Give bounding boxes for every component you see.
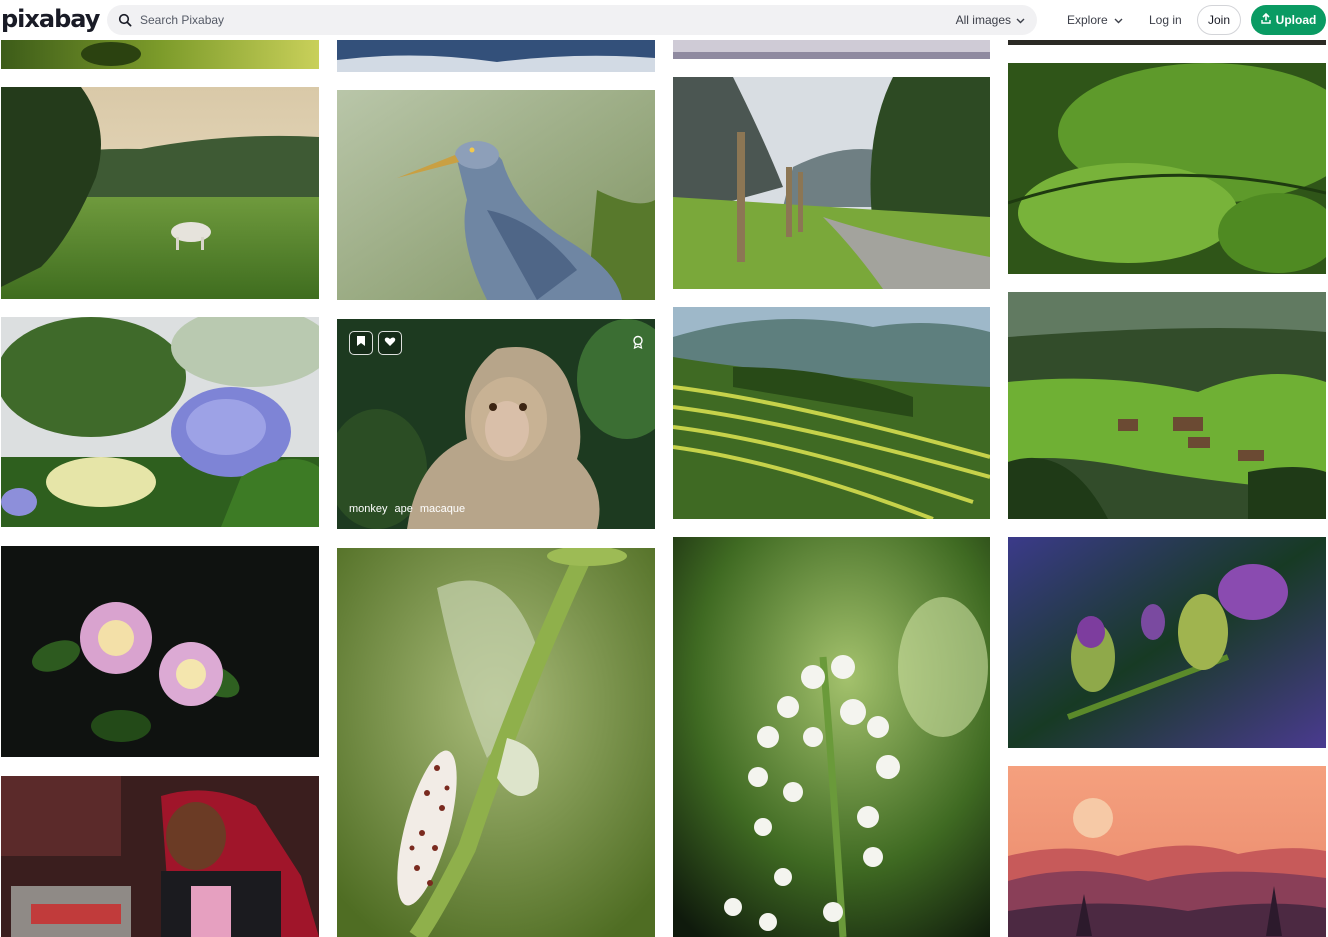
image-alpine-village xyxy=(1008,292,1326,519)
like-button[interactable] xyxy=(378,331,402,355)
chevron-down-icon xyxy=(1114,13,1123,27)
image-tile[interactable] xyxy=(673,537,990,937)
image-tile[interactable] xyxy=(1,317,319,527)
search-icon xyxy=(118,13,132,27)
image-woman-workshop xyxy=(1,776,319,937)
search-bar[interactable]: All images xyxy=(107,5,1037,35)
upload-icon xyxy=(1260,12,1271,27)
explore-menu[interactable]: Explore xyxy=(1067,5,1123,35)
image-tile[interactable] xyxy=(1008,40,1326,45)
image-cow-in-meadow xyxy=(1,87,319,299)
image-hydrangea-flowers xyxy=(1,317,319,527)
image-type-dropdown[interactable]: All images xyxy=(956,5,1025,35)
join-label: Join xyxy=(1207,13,1230,27)
image-tile[interactable] xyxy=(673,77,990,289)
image-mountain-clouds xyxy=(337,40,655,72)
image-tile[interactable] xyxy=(1,87,319,299)
upload-button[interactable]: Upload xyxy=(1251,5,1326,35)
image-frost-grass xyxy=(673,40,990,59)
logo-text[interactable]: pixabay xyxy=(1,5,100,33)
image-rice-terraces xyxy=(673,307,990,519)
image-tile[interactable] xyxy=(1008,766,1326,937)
image-tile[interactable] xyxy=(1008,292,1326,519)
image-tile[interactable] xyxy=(1,40,319,69)
image-tile[interactable] xyxy=(673,307,990,519)
image-tile[interactable] xyxy=(673,40,990,59)
tag-link[interactable]: ape xyxy=(395,503,413,515)
image-purple-buds xyxy=(1008,537,1326,748)
bookmark-icon xyxy=(356,334,366,352)
image-tile[interactable] xyxy=(337,40,655,72)
explore-label: Explore xyxy=(1067,13,1108,27)
image-tile[interactable] xyxy=(1,546,319,757)
image-tile[interactable] xyxy=(337,548,655,937)
image-tile[interactable] xyxy=(1008,537,1326,748)
image-dark-edge xyxy=(1008,40,1326,45)
login-link[interactable]: Log in xyxy=(1149,5,1182,35)
image-white-alyssum xyxy=(673,537,990,937)
award-icon xyxy=(631,335,645,350)
heart-icon xyxy=(384,334,396,352)
image-green-foliage xyxy=(1,40,319,69)
image-tile[interactable] xyxy=(1,776,319,937)
top-bar: pixabay All images Explore Log in Join U… xyxy=(0,0,1328,40)
image-lantana-flowers xyxy=(1,546,319,757)
image-moth-on-stem xyxy=(337,548,655,937)
image-maple-leaves xyxy=(1008,63,1326,274)
image-sunset-mountains xyxy=(1008,766,1326,937)
image-tags: monkey ape macaque xyxy=(349,503,465,515)
tag-link[interactable]: macaque xyxy=(420,503,465,515)
image-tile[interactable] xyxy=(337,90,655,300)
bookmark-button[interactable] xyxy=(349,331,373,355)
login-label: Log in xyxy=(1149,13,1182,27)
upload-label: Upload xyxy=(1275,13,1317,27)
join-button[interactable]: Join xyxy=(1197,5,1241,35)
image-mountain-path-fence xyxy=(673,77,990,289)
image-tile[interactable] xyxy=(1008,63,1326,274)
image-grey-heron xyxy=(337,90,655,300)
image-tile-hovered[interactable]: monkey ape macaque xyxy=(337,319,655,529)
chevron-down-icon xyxy=(1016,13,1025,27)
search-input[interactable] xyxy=(140,13,900,27)
image-type-label: All images xyxy=(955,13,1011,27)
tag-link[interactable]: monkey xyxy=(349,503,388,515)
pixabay-logo[interactable]: pixabay xyxy=(1,4,100,34)
